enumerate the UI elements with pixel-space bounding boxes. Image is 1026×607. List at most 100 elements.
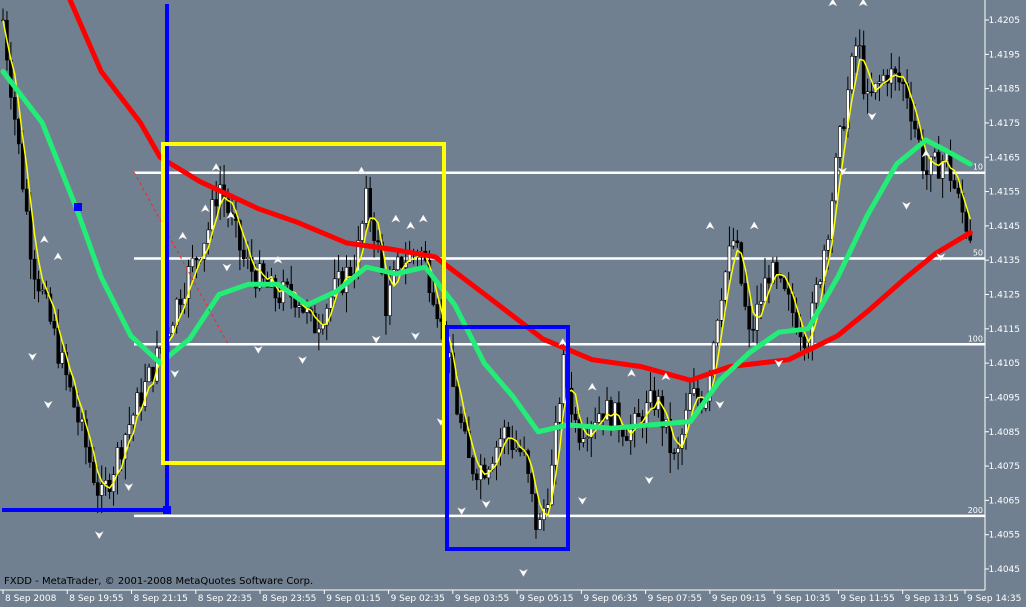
candle-body (719, 300, 724, 321)
candle-body (557, 403, 562, 423)
candle-body (514, 447, 519, 450)
y-tick-label: 1.4135 (989, 256, 1021, 266)
y-tick-label: 1.4175 (989, 119, 1021, 129)
candle-body (759, 301, 763, 305)
x-tick-label: 8 Sep 22:35 (198, 594, 252, 604)
y-tick-label: 1.4095 (989, 393, 1021, 403)
chart-window: 1.4205 1.4195 1.4185 1.4175 1.4165 1.4155 1.41… (0, 0, 1026, 607)
candle-body (40, 289, 45, 292)
candle-body (364, 188, 369, 224)
candle-body (28, 210, 33, 260)
candle-body (692, 388, 696, 395)
x-tick-label: 9 Sep 07:55 (648, 594, 702, 604)
candle-body (242, 249, 246, 260)
candle-body (482, 464, 487, 479)
candle-body (399, 256, 404, 268)
candle-body (360, 223, 365, 241)
candle-body (917, 128, 921, 140)
candle-body (376, 240, 380, 243)
candle-body (861, 45, 866, 95)
y-tick-label: 1.4105 (989, 359, 1021, 369)
candle-body (597, 413, 601, 423)
candle-body (455, 386, 459, 415)
fib-level-label: 50 (973, 248, 983, 257)
x-tick-label: 9 Sep 06:35 (583, 594, 637, 604)
candle-body (285, 281, 290, 285)
candle-body (13, 97, 17, 120)
candle-body (901, 81, 905, 85)
candle-body (368, 188, 372, 221)
price-chart: 1.4205 1.4195 1.4185 1.4175 1.4165 1.4155 1.41… (0, 0, 1026, 607)
y-tick-label: 1.4145 (989, 222, 1021, 232)
candle-body (751, 328, 755, 331)
candle-body (88, 446, 92, 463)
candle-body (471, 457, 475, 475)
candle-body (530, 473, 534, 495)
candle-body (52, 321, 57, 329)
candle-body (743, 283, 748, 307)
y-tick-label: 1.4205 (989, 16, 1021, 26)
candle-body (621, 429, 625, 437)
candle-body (498, 438, 503, 448)
candle-body (431, 292, 436, 305)
candle-body (534, 493, 538, 530)
x-tick-label: 9 Sep 05:15 (519, 594, 573, 604)
y-tick-label: 1.4165 (989, 153, 1021, 163)
candle-body (573, 413, 578, 420)
candle-body (838, 126, 842, 158)
candle-body (877, 81, 882, 84)
candle-body (502, 426, 507, 440)
candle-body (581, 438, 586, 443)
candle-body (747, 306, 751, 330)
candle-body (147, 366, 151, 382)
candle-body (688, 393, 692, 411)
candle-body (245, 257, 250, 260)
candle-body (826, 239, 830, 251)
candle-body (624, 436, 629, 441)
candle-body (72, 386, 76, 408)
candle-body (127, 424, 132, 435)
candle-body (210, 199, 215, 231)
blue-corner-marker[interactable] (163, 506, 171, 514)
candle-body (190, 257, 195, 267)
plot-background (0, 0, 985, 590)
candle-body (956, 187, 961, 194)
candle-body (135, 392, 140, 416)
blue-point-marker[interactable] (74, 203, 82, 211)
candle-body (636, 413, 641, 417)
candle-body (850, 55, 854, 91)
candle-body (297, 305, 301, 308)
candle-body (506, 426, 511, 439)
candle-body (463, 422, 467, 432)
candle-body (881, 74, 886, 83)
candle-body (32, 258, 37, 280)
candle-body (474, 473, 479, 481)
candle-body (577, 419, 582, 443)
candle-body (459, 413, 463, 423)
candle-body (763, 277, 767, 302)
x-tick-label: 9 Sep 13:15 (905, 594, 959, 604)
candle-body (869, 91, 874, 93)
candle-body (731, 240, 736, 247)
candle-body (36, 279, 41, 292)
candle-body (139, 392, 143, 407)
y-tick-label: 1.4195 (989, 50, 1021, 60)
candle-body (20, 143, 25, 190)
candle-body (328, 296, 333, 309)
candle-body (92, 461, 96, 483)
x-tick-label: 8 Sep 19:55 (69, 594, 123, 604)
x-tick-label: 8 Sep 21:15 (134, 594, 188, 604)
candle-body (384, 273, 388, 317)
x-tick-label: 9 Sep 02:35 (391, 594, 445, 604)
candle-body (131, 414, 136, 426)
candle-body (372, 220, 376, 241)
candle-body (857, 45, 862, 47)
candle-body (388, 284, 392, 317)
candle-body (80, 418, 84, 423)
candle-body (115, 447, 120, 475)
candle-body (194, 257, 199, 261)
y-tick-label: 1.4085 (989, 428, 1021, 438)
candle-body (723, 271, 728, 301)
y-tick-label: 1.4155 (989, 188, 1021, 198)
candle-body (767, 277, 771, 284)
